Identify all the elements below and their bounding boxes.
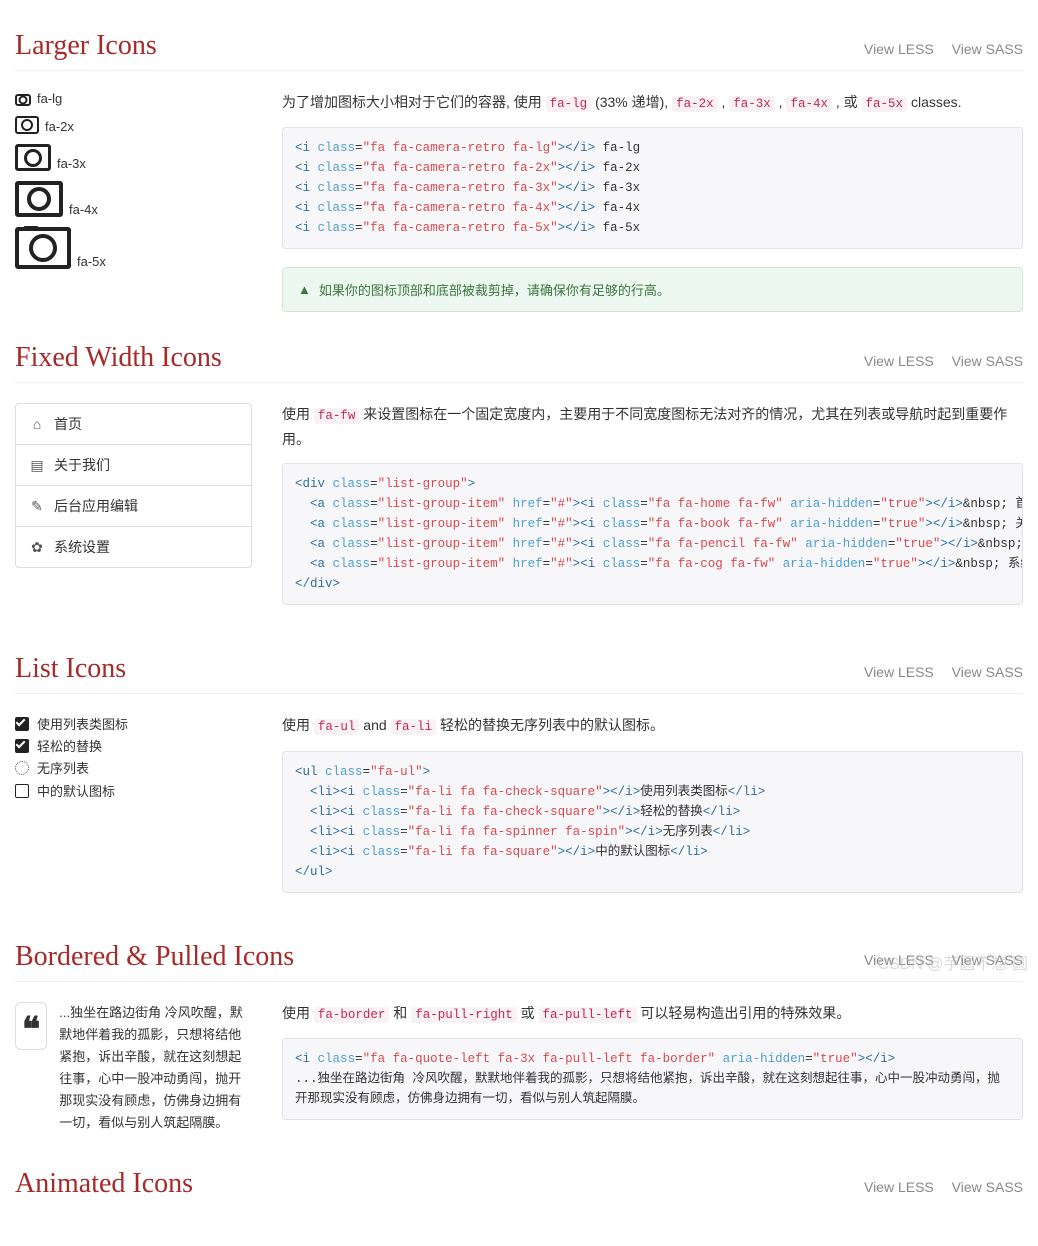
- camera-retro-icon: [15, 181, 63, 217]
- section-animated-icons: Animated Icons View LESS View SASS: [15, 1168, 1023, 1208]
- book-icon: ▤: [30, 457, 44, 474]
- square-icon: [15, 784, 29, 798]
- heading: List Icons: [15, 653, 126, 685]
- heading: Animated Icons: [15, 1168, 193, 1200]
- cog-icon: ✿: [30, 539, 44, 556]
- code-block: <ul class="fa-ul"> <li><i class="fa-li f…: [282, 751, 1023, 893]
- spinner-icon: [15, 761, 29, 775]
- description: 使用 fa-border 和 fa-pull-right 或 fa-pull-l…: [282, 1002, 1023, 1026]
- link-view-sass[interactable]: View SASS: [952, 1179, 1023, 1195]
- link-view-sass[interactable]: View SASS: [952, 664, 1023, 680]
- pencil-icon: ✎: [30, 498, 44, 515]
- heading: Bordered & Pulled Icons: [15, 941, 294, 973]
- alert-notice: ▲ 如果你的图标顶部和底部被裁剪掉，请确保你有足够的行高。: [282, 267, 1023, 312]
- link-view-less[interactable]: View LESS: [864, 952, 934, 968]
- description: 为了增加图标大小相对于它们的容器, 使用 fa-lg (33% 递增), fa-…: [282, 91, 1023, 115]
- link-view-less[interactable]: View LESS: [864, 664, 934, 680]
- quote-left-icon: ❝: [15, 1002, 47, 1050]
- header-larger-icons: Larger Icons View LESS View SASS: [15, 30, 1023, 71]
- code-block: <i class="fa fa-camera-retro fa-lg"></i>…: [282, 127, 1023, 249]
- section-larger-icons: Larger Icons View LESS View SASS fa-lg f…: [15, 30, 1023, 312]
- list-item-backend[interactable]: ✎后台应用编辑: [16, 485, 251, 526]
- camera-retro-icon: [15, 94, 31, 106]
- link-view-sass[interactable]: View SASS: [952, 353, 1023, 369]
- camera-retro-icon: [15, 144, 51, 171]
- link-view-less[interactable]: View LESS: [864, 353, 934, 369]
- camera-retro-icon: [15, 116, 39, 134]
- warning-icon: ▲: [298, 282, 311, 297]
- list-group: ⌂首页 ▤关于我们 ✎后台应用编辑 ✿系统设置: [15, 403, 252, 568]
- home-icon: ⌂: [30, 416, 44, 432]
- code-block: <i class="fa fa-quote-left fa-3x fa-pull…: [282, 1038, 1023, 1120]
- heading: Larger Icons: [15, 30, 157, 62]
- section-list-icons: List Icons View LESS View SASS 使用列表类图标 轻…: [15, 653, 1023, 910]
- list-item-home[interactable]: ⌂首页: [16, 404, 251, 444]
- heading: Fixed Width Icons: [15, 342, 222, 374]
- description: 使用 fa-ul and fa-li 轻松的替换无序列表中的默认图标。: [282, 714, 1023, 738]
- quote-demo: ❝ ...独坐在路边街角 冷风吹醒，默默地伴着我的孤影，只想将结他紧抱，诉出辛酸…: [15, 1002, 252, 1135]
- check-square-icon: [15, 739, 29, 753]
- link-view-sass[interactable]: View SASS: [952, 952, 1023, 968]
- check-square-icon: [15, 717, 29, 731]
- link-view-less[interactable]: View LESS: [864, 41, 934, 57]
- link-view-less[interactable]: View LESS: [864, 1179, 934, 1195]
- list-item-about[interactable]: ▤关于我们: [16, 444, 251, 485]
- section-fixed-width: Fixed Width Icons View LESS View SASS ⌂首…: [15, 342, 1023, 623]
- link-view-sass[interactable]: View SASS: [952, 41, 1023, 57]
- larger-icons-demo: fa-lg fa-2x fa-3x fa-4x fa-5x: [15, 91, 267, 312]
- description: 使用 fa-fw 来设置图标在一个固定宽度内，主要用于不同宽度图标无法对齐的情况…: [282, 403, 1023, 451]
- icon-list: 使用列表类图标 轻松的替换 无序列表 中的默认图标: [15, 714, 252, 802]
- section-bordered-pulled: Bordered & Pulled Icons View LESS View S…: [15, 941, 1023, 1138]
- list-item-settings[interactable]: ✿系统设置: [16, 526, 251, 567]
- camera-retro-icon: [15, 227, 71, 269]
- code-block: <div class="list-group"> <a class="list-…: [282, 463, 1023, 605]
